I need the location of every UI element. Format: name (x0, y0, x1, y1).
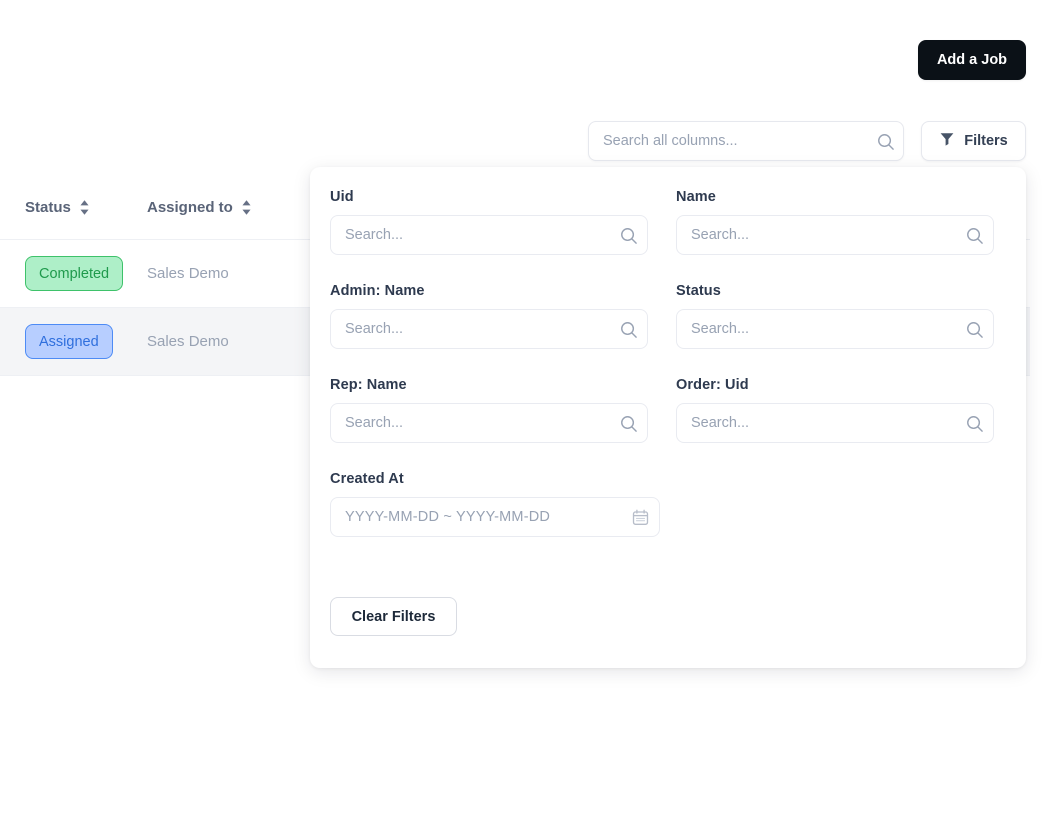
filter-input-status-wrap[interactable] (676, 309, 994, 349)
filter-label-name: Name (676, 189, 716, 205)
filter-input-order-uid[interactable] (677, 404, 955, 442)
filter-field-rep-name: Rep: Name (330, 377, 648, 443)
filter-input-uid[interactable] (331, 216, 609, 254)
filter-label-created-at: Created At (330, 471, 404, 487)
filter-input-rep-name[interactable] (331, 404, 609, 442)
search-icon (609, 226, 647, 245)
filter-input-created-at-wrap[interactable] (330, 497, 660, 537)
status-badge: Assigned (25, 324, 113, 359)
filters-button[interactable]: Filters (921, 121, 1026, 161)
filters-panel: Uid Name (310, 167, 1026, 668)
filter-field-status: Status (676, 283, 994, 349)
column-header-status[interactable]: Status (0, 199, 147, 216)
filter-field-order-uid: Order: Uid (676, 377, 994, 443)
calendar-icon[interactable] (621, 509, 659, 526)
filter-field-created-at: Created At (330, 471, 660, 537)
search-icon (955, 320, 993, 339)
sort-icon[interactable] (242, 200, 251, 215)
filter-label-admin-name: Admin: Name (330, 283, 425, 299)
search-input[interactable] (589, 122, 867, 160)
filter-input-name-wrap[interactable] (676, 215, 994, 255)
search-icon (609, 320, 647, 339)
filter-field-uid: Uid (330, 189, 648, 255)
column-header-status-label: Status (25, 199, 71, 216)
filter-input-admin-name-wrap[interactable] (330, 309, 648, 349)
sort-icon[interactable] (80, 200, 89, 215)
search-icon (955, 414, 993, 433)
filter-label-status: Status (676, 283, 721, 299)
filter-input-order-uid-wrap[interactable] (676, 403, 994, 443)
status-cell: Assigned (0, 324, 147, 359)
filter-input-admin-name[interactable] (331, 310, 609, 348)
filter-field-admin-name: Admin: Name (330, 283, 648, 349)
status-cell: Completed (0, 256, 147, 291)
filter-input-status[interactable] (677, 310, 955, 348)
global-search[interactable] (588, 121, 904, 161)
filter-label-uid: Uid (330, 189, 354, 205)
search-icon (955, 226, 993, 245)
filter-label-rep-name: Rep: Name (330, 377, 407, 393)
filter-input-uid-wrap[interactable] (330, 215, 648, 255)
add-job-button[interactable]: Add a Job (918, 40, 1026, 80)
filter-input-name[interactable] (677, 216, 955, 254)
filters-grid: Uid Name (330, 189, 1006, 565)
app-root: Add a Job Filters Status (0, 0, 1058, 837)
clear-filters-button[interactable]: Clear Filters (330, 597, 457, 636)
column-header-assigned-to-label: Assigned to (147, 199, 233, 216)
filter-label-order-uid: Order: Uid (676, 377, 749, 393)
filter-funnel-icon (939, 131, 955, 151)
search-icon (867, 132, 903, 151)
status-badge: Completed (25, 256, 124, 291)
filter-field-name: Name (676, 189, 994, 255)
search-icon (609, 414, 647, 433)
filter-input-rep-name-wrap[interactable] (330, 403, 648, 443)
filters-button-label: Filters (964, 133, 1008, 149)
filter-input-created-at[interactable] (331, 498, 621, 536)
